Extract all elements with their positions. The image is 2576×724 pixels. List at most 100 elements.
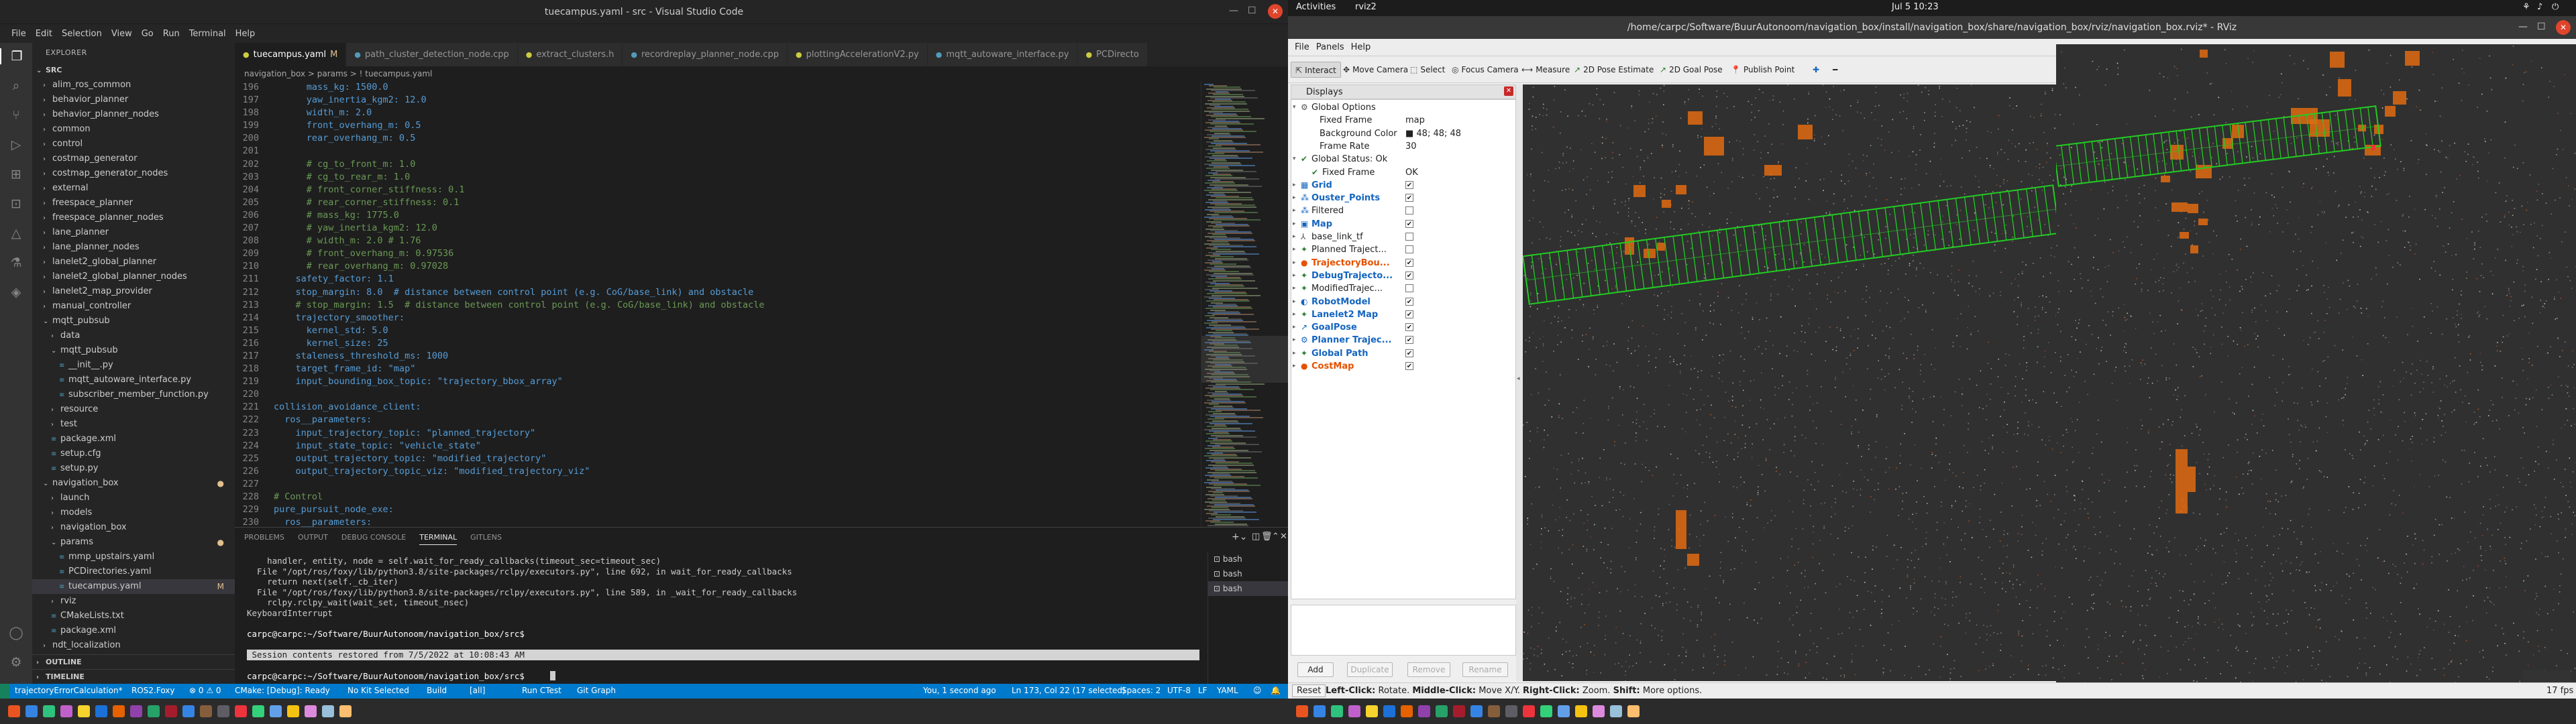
tool-button[interactable]: ↗ 2D Pose Estimate (1570, 62, 1658, 78)
tree-folder[interactable]: › lane_planner_nodes (32, 240, 235, 255)
expand-arrow-icon[interactable]: ▸ (1293, 360, 1296, 373)
run-debug-icon[interactable]: ▷ (8, 137, 24, 153)
outline-section[interactable]: › OUTLINE (32, 654, 235, 669)
tree-folder[interactable]: › data (32, 328, 235, 343)
display-enable-checkbox[interactable]: ✔ (1405, 323, 1413, 332)
rviz-minimize-icon[interactable]: — (2518, 21, 2528, 32)
display-item[interactable]: ▸ ● CostMap ✔ (1291, 360, 1515, 373)
tree-folder[interactable]: › navigation_box (32, 520, 235, 535)
extensions-icon[interactable]: ⊞ (8, 166, 24, 182)
tree-folder[interactable]: › lanelet2_global_planner_nodes (32, 269, 235, 284)
maximize-panel-icon[interactable]: ⌃ (1272, 532, 1279, 542)
taskbar-left-app-icon[interactable] (182, 705, 195, 717)
terminal-instance[interactable]: ⊡ bash (1208, 581, 1288, 596)
minimap-viewport[interactable] (1201, 336, 1289, 383)
gitlens-icon[interactable]: ◈ (8, 284, 24, 300)
clock[interactable]: Jul 5 10:23 (1892, 2, 1939, 12)
tree-folder[interactable]: › behavior_planner (32, 93, 235, 107)
tree-folder[interactable]: ⌄ navigation_box ● (32, 476, 235, 491)
panel-tab[interactable]: PROBLEMS (244, 533, 284, 545)
tree-file[interactable]: ≡ setup.cfg (32, 446, 235, 461)
minimap[interactable] (1201, 81, 1289, 527)
tree-file[interactable]: ≡ mmp_upstairs.yaml (32, 550, 235, 564)
display-enable-checkbox[interactable] (1405, 245, 1413, 254)
close-icon[interactable]: ✕ (1268, 4, 1283, 19)
taskbar-left-app-icon[interactable] (25, 705, 38, 717)
rviz-close-icon[interactable]: ✕ (2556, 20, 2571, 35)
minimize-icon[interactable]: — (1229, 5, 1238, 16)
tree-folder[interactable]: › test (32, 417, 235, 432)
collapse-arrow-icon[interactable]: ◂ (1517, 375, 1520, 382)
account-icon[interactable]: ◯ (8, 625, 24, 641)
status-spaces[interactable]: Spaces: 2 (1122, 686, 1161, 695)
volume-icon[interactable]: ♪ (2537, 2, 2542, 12)
display-enable-checkbox[interactable] (1405, 206, 1413, 215)
tree-folder[interactable]: › models (32, 505, 235, 520)
taskbar-left-app-icon[interactable] (113, 705, 125, 717)
editor-tab[interactable]: ● PCDirecto (1077, 43, 1148, 66)
status-ctest[interactable]: Run CTest (522, 686, 561, 695)
panel-tab[interactable]: DEBUG CONSOLE (341, 533, 406, 545)
source-control-icon[interactable]: ⑂ (8, 107, 24, 123)
display-enable-checkbox[interactable] (1405, 233, 1413, 241)
status-blame[interactable]: You, 1 second ago (923, 686, 996, 695)
rviz-menu-item[interactable]: Help (1351, 42, 1378, 52)
display-item[interactable]: ▸ ✦ ModifiedTrajec... (1291, 282, 1515, 295)
display-item[interactable]: ▸ ◐ RobotModel ✔ (1291, 296, 1515, 308)
breadcrumb[interactable]: navigation_box > params > ! tuecampus.ya… (235, 66, 1288, 81)
editor-tab[interactable]: ● recordreplay_planner_node.cpp (623, 43, 788, 66)
display-enable-checkbox[interactable]: ✔ (1405, 349, 1413, 357)
tool-button[interactable]: ◎ Focus Camera (1448, 62, 1523, 78)
taskbar-left-app-icon[interactable] (8, 705, 20, 717)
display-enable-checkbox[interactable]: ✔ (1405, 310, 1413, 318)
tool-button[interactable]: ⬚ Select (1406, 62, 1449, 78)
status-build[interactable]: Build (427, 686, 447, 695)
terminal-instance[interactable]: ⊡ bash (1208, 552, 1288, 566)
rviz-menu-item[interactable]: Panels (1316, 42, 1351, 52)
status-problems[interactable]: ⊗ 0 ⚠ 0 (189, 686, 221, 695)
terminal-instance[interactable]: ⊡ bash (1208, 566, 1288, 581)
code-editor[interactable]: 196 mass_kg: 1500.0 197 yaw_inertia_kgm2:… (235, 81, 1201, 527)
kill-terminal-icon[interactable]: 🗑 (1261, 532, 1273, 542)
display-enable-checkbox[interactable] (1405, 284, 1413, 293)
tool-button[interactable]: ✥ Move Camera (1339, 62, 1412, 78)
tree-folder[interactable]: › lane_planner (32, 225, 235, 240)
display-item[interactable]: ▸ ⅄ base_link_tf (1291, 231, 1515, 243)
display-item[interactable]: ▸ ⚙ Planner Trajec... ✔ (1291, 334, 1515, 347)
menu-item[interactable]: File (7, 29, 31, 39)
tree-folder[interactable]: › freespace_planner_nodes (32, 210, 235, 225)
tool-button[interactable]: 📍 Publish Point (1727, 62, 1799, 78)
tree-file[interactable]: ≡ package.xml (32, 432, 235, 446)
tree-folder[interactable]: › behavior_planner_nodes (32, 107, 235, 122)
tool-button[interactable]: ⟷ Measure (1517, 62, 1574, 78)
tree-folder[interactable]: › common (32, 122, 235, 137)
3d-viewport[interactable] (2053, 44, 2576, 684)
tree-file[interactable]: ≡ CMakeLists.txt (32, 609, 235, 623)
tree-file[interactable]: ≡ package.xml (32, 623, 235, 638)
display-enable-checkbox[interactable]: ✔ (1405, 271, 1413, 280)
expand-arrow-icon[interactable]: ▸ (1293, 204, 1296, 217)
editor-tab[interactable]: ● tuecampus.yaml M (235, 43, 347, 66)
search-icon[interactable]: ⌕ (8, 78, 24, 94)
taskbar-left-app-icon[interactable] (322, 705, 334, 717)
tree-file[interactable]: ≡ subscriber_member_function.py (32, 387, 235, 402)
tree-folder[interactable]: › manual_controller (32, 299, 235, 314)
taskbar-left-app-icon[interactable] (130, 705, 142, 717)
terminal-output[interactable]: handler, entity, node = self.wait_for_re… (247, 556, 1199, 683)
tree-folder[interactable]: › lanelet2_global_planner (32, 255, 235, 269)
testing-icon[interactable]: ⚗ (8, 255, 24, 271)
status-cmake[interactable]: CMake: [Debug]: Ready (235, 686, 330, 695)
display-item[interactable]: ▸ ▦ Grid ✔ (1291, 179, 1515, 192)
tree-folder[interactable]: › costmap_generator (32, 152, 235, 166)
display-item[interactable]: Background Color ■ 48; 48; 48 (1291, 127, 1515, 140)
display-item[interactable]: ▸ ⁂ Filtered (1291, 204, 1515, 217)
menu-item[interactable]: View (107, 29, 137, 39)
tree-file[interactable]: ≡ setup.py (32, 461, 235, 476)
display-item[interactable]: ▸ ✦ Global Path ✔ (1291, 347, 1515, 360)
tree-folder[interactable]: › ndt_localization (32, 638, 235, 653)
tree-folder[interactable]: › launch (32, 491, 235, 505)
status-git-graph[interactable]: Git Graph (577, 686, 616, 695)
expand-arrow-icon[interactable]: ▸ (1293, 179, 1296, 192)
close-panel-icon[interactable]: ✕ (1280, 532, 1287, 542)
display-item[interactable]: Frame Rate 30 (1291, 140, 1515, 153)
